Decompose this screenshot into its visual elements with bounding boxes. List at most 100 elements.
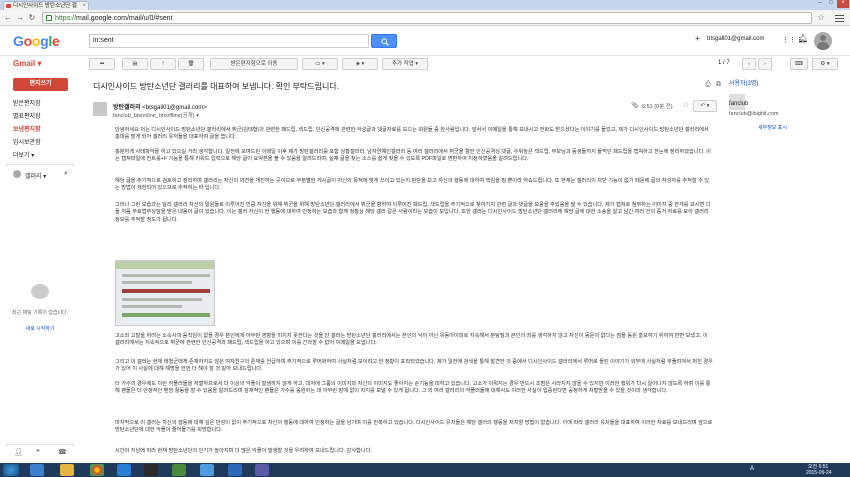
notifications-icon[interactable]: 🔔︎ [798,34,808,43]
settings-button[interactable]: ⚙ ▾ [812,58,838,70]
browser-menu-icon[interactable] [835,13,844,22]
message-view: 디시인사이드 방탄소년단 갤러리를 대표하여 보냅니다. 확인 부탁드립니다. … [83,74,723,464]
search-people-icon[interactable]: ⌕ [64,170,68,178]
star-icon[interactable]: ☆ [683,101,689,109]
newer-button[interactable]: ‹ [742,58,756,70]
plus-share[interactable]: + [695,34,700,43]
mail-toolbar: Gmail ▾ ⬅ ▤ ! 🗑︎ 받은편지함으로 이동 ▭ ▾ ◈ ▾ 추가 작… [0,56,850,72]
body-paragraph: 시간이 지남에 따라 현재 방탄소년단의 인기가 높아지며 더 많은 악플이 발… [115,448,372,454]
sidebar-item-more[interactable]: 더보기 ▾ [13,150,34,159]
message-date: 6:51 (0분 전) [642,104,673,110]
sidebar-item-drafts[interactable]: 임시보관함 [13,137,41,146]
sidebar-item-inbox[interactable]: 받은편지함 [13,98,41,107]
search-button[interactable] [371,34,397,48]
gmail-header: Google in:sent btsgall01@gmail.com ⋮⋮⋮ 🔔… [0,26,850,56]
back-to-list-button[interactable]: ⬅ [89,58,115,70]
paging-count: 1 / 7 [718,60,730,66]
move-to-inbox-button[interactable]: 받은편지함으로 이동 [210,58,298,70]
body-paragraph: 마지막으로 이 갤러는 자신의 행동에 대해 깊은 반성이 없이 주기적으로 자… [115,420,713,434]
archive-button[interactable]: ▤ [122,58,148,70]
forward-icon[interactable]: → [15,13,25,23]
browser-tab-bar: 디시인사이드 방탄소년단 갤 × – □ × [0,0,850,10]
minimize-icon[interactable]: – [815,0,825,8]
google-logo[interactable]: Google [13,33,60,49]
language-indicator[interactable]: A [750,466,754,472]
person-icon[interactable]: 👤︎ [14,448,23,456]
tab-title: 디시인사이드 방탄소년단 갤 [13,3,77,9]
older-button[interactable]: › [758,58,772,70]
address-bar: ← → ↻ https://mail.google.com/mail/u/0/#… [0,10,850,26]
body-paragraph: 그리고 이 갤러는 현재 태형군에게 존재하지도 않은 여자친구의 존재를 언급… [115,359,713,373]
reply-button[interactable]: ↶ ▾ [693,100,717,112]
start-button-icon[interactable] [3,464,19,476]
url-field[interactable]: https://mail.google.com/mail/u/0/#sent [42,12,812,24]
app-icon[interactable] [255,464,269,476]
ie-icon[interactable] [30,464,44,476]
url-scheme: https:// [55,15,77,22]
attached-screenshot-image[interactable] [115,260,215,326]
hangouts-icon[interactable]: ❝ [36,448,40,456]
browser-tab[interactable]: 디시인사이드 방탄소년단 갤 × [3,1,89,10]
clock-date[interactable]: 2015-09-24 [806,470,832,476]
app-icon[interactable] [200,464,214,476]
hangout-user[interactable]: 갤러리 ▾ [25,171,46,180]
body-paragraph: 타 가수의 경우에도 이런 악플러들을 처벌하므로서 더 이상의 악플이 발생하… [115,381,711,395]
print-icon[interactable]: ⎙ [705,81,711,89]
input-tools-button[interactable]: ⌨ [790,58,808,70]
sidebar: 편지쓰기 받은편지함 별표편지함 보낸편지함 임시보관함 더보기 ▾ 갤러리 ▾… [0,74,80,464]
body-paragraph: 충분하게 사태파악을 하고 있으실 거라 생각합니다. 일전에 보여드린 이메일… [115,149,711,163]
phone-icon[interactable]: ☎ [58,448,67,456]
gmail-favicon-icon [6,4,11,8]
clock-time[interactable]: 오전 6:51 [808,463,828,470]
body-paragraph: 그러나 그런 모습과는 달리 갤러리 자신의 일원들로 이루어진 만큼 자신을 … [115,202,711,223]
media-icon[interactable] [144,464,158,476]
url-path: mail.google.com/mail/u/0/#sent [76,15,173,22]
people-count-label[interactable]: 사용자(3명) [729,78,758,87]
maximize-icon[interactable]: □ [826,0,836,8]
close-window-icon[interactable]: × [837,0,849,8]
show-details-link[interactable]: 세부정보 표시 [758,124,787,131]
body-paragraph: 해당 글을 주기적으로 검토하고 정리하며 갤러리는 자신의 의견을 개진하는 … [115,178,710,192]
chat-bubble-icon [31,284,49,299]
message-subject: 디시인사이드 방탄소년단 갤러리를 대표하여 보냅니다. 확인 부탁드립니다. [93,82,339,91]
contact-name[interactable]: fanclub [729,101,748,107]
gmail-label[interactable]: Gmail ▾ [13,59,41,68]
more-actions-button[interactable]: 추가 작업 ▾ [382,58,428,70]
attachment-icon: 📎︎ [631,103,639,109]
star-icon[interactable]: ☆ [816,13,826,23]
new-window-icon[interactable]: ⧉ [716,81,721,89]
no-chat-text: 최근 채팅 기록이 없습니다. [11,310,69,316]
word-icon[interactable] [228,464,242,476]
user-email[interactable]: btsgall01@gmail.com [707,36,764,42]
app-icon[interactable] [117,464,131,476]
reload-icon[interactable]: ↻ [27,13,37,23]
sender-line: 방탄갤러리 <btsgall01@gmail.com> [113,102,207,111]
delete-button[interactable]: 🗑︎ [178,58,204,70]
sidebar-divider [5,444,75,445]
explorer-icon[interactable] [60,464,74,476]
search-icon [381,38,389,46]
body-paragraph: 안녕하세요 저는 디시인사이드 방탄소년단 갤러리에서 뷔군(김태형)과 관련한… [115,127,709,141]
body-paragraph: 고소와 고발을 하려는 소속사의 움직임이 없을 경우 본인에게 아무런 영향을… [115,333,708,347]
spam-button[interactable]: ! [150,58,176,70]
folder-button[interactable]: ▭ ▾ [302,58,338,70]
sidebar-item-starred[interactable]: 별표편지함 [13,111,41,120]
recipient-line[interactable]: fanclub_btsonline_btsoffline(공개) ▾ [113,111,199,119]
search-input[interactable]: in:sent [89,34,369,48]
close-tab-icon[interactable]: × [82,2,86,10]
label-button[interactable]: ◈ ▾ [342,58,378,70]
sidebar-divider [5,164,75,165]
chrome-icon[interactable] [90,464,104,476]
contact-email: fanclub@ibighit.com [729,111,779,117]
avatar[interactable] [814,32,832,50]
app-icon[interactable] [172,464,186,476]
hangout-avatar [13,170,21,178]
taskbar: A 오전 6:51 2015-09-24 [0,463,850,477]
people-panel: 사용자(3명) fanclub fanclub@ibighit.com 세부정보… [724,74,850,464]
back-icon[interactable]: ← [3,13,13,23]
lock-icon [46,15,52,21]
sender-avatar [93,102,107,116]
sidebar-item-sent[interactable]: 보낸편지함 [13,124,41,133]
compose-button[interactable]: 편지쓰기 [13,78,68,91]
start-new-chat-link[interactable]: 새로 시작하기 [5,325,75,332]
